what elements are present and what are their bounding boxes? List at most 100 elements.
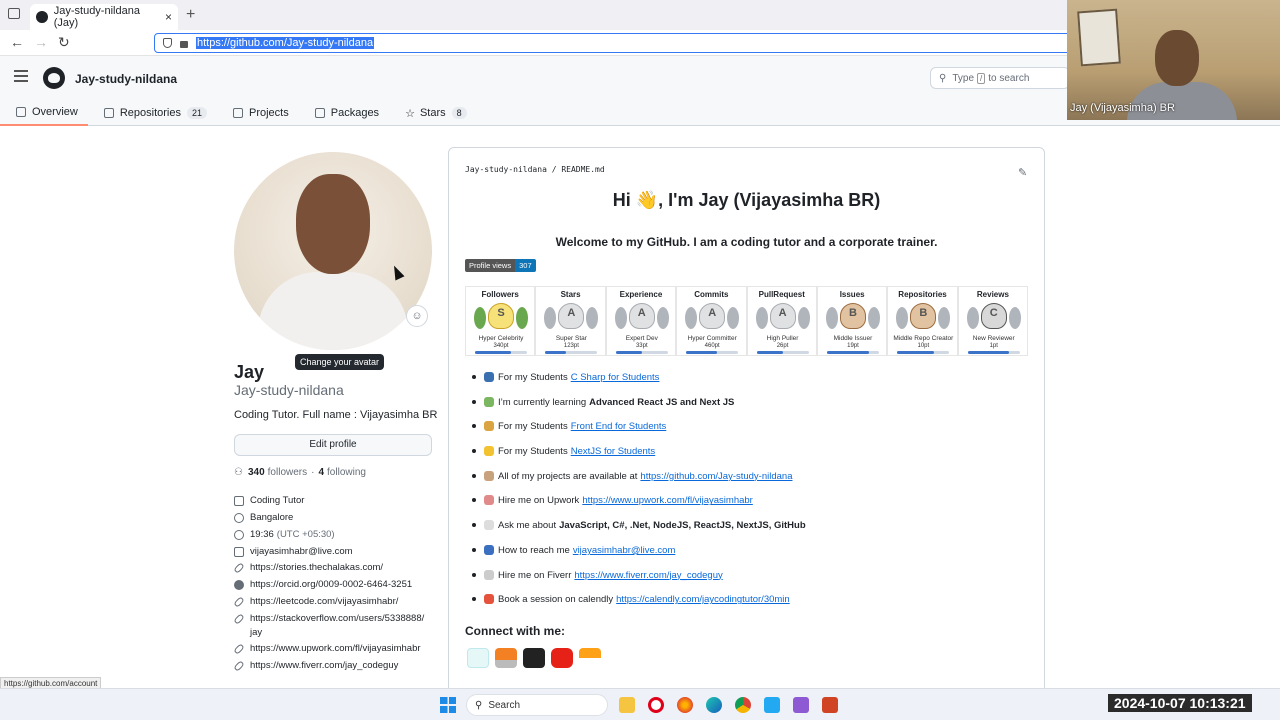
trophy-title: Issues	[839, 290, 865, 299]
trophy-rank: A	[778, 307, 787, 319]
profile-link-text[interactable]: https://stories.thechalakas.com/	[250, 562, 383, 573]
tab-count: 8	[451, 107, 467, 119]
tab-packages[interactable]: Packages	[299, 100, 389, 126]
edit-profile-button[interactable]: Edit profile	[234, 434, 432, 456]
tab-projects[interactable]: Projects	[217, 100, 299, 126]
profile-link[interactable]: https://stories.thechalakas.com/	[233, 562, 383, 574]
following-count[interactable]: 4	[318, 467, 324, 478]
list-item: Ask me about JavaScript, C#, .Net, NodeJS…	[472, 520, 806, 545]
profile-link[interactable]: https://leetcode.com/vijayasimhabr/	[233, 596, 398, 608]
bullet-link[interactable]: Front End for Students	[571, 421, 667, 432]
firefox-icon[interactable]	[677, 697, 693, 713]
profile-link-wrap[interactable]: jay	[250, 627, 262, 638]
windows-start-icon[interactable]	[440, 697, 456, 713]
bullet-dot	[472, 597, 476, 602]
smiley-icon[interactable]: ☺	[406, 305, 428, 327]
profile-link[interactable]: https://stackoverflow.com/users/5338888/	[233, 613, 424, 625]
tab-overview[interactable]: Overview	[0, 100, 88, 126]
profile-bio: Coding Tutor. Full name : Vijayasimha BR	[234, 409, 438, 421]
search-shortcut-key: /	[977, 72, 986, 84]
video-call-overlay[interactable]: Jay (Vijayasimha) BR	[1067, 0, 1280, 120]
avatar-shirt	[258, 272, 408, 350]
bullet-dot	[472, 399, 476, 404]
tab-repositories[interactable]: Repositories 21	[88, 100, 217, 126]
lock-icon	[180, 41, 188, 48]
trophy-rank: B	[848, 307, 857, 319]
close-tab-icon[interactable]: ×	[165, 10, 172, 24]
following-label[interactable]: following	[327, 467, 366, 478]
trophy-progress-bar	[967, 351, 1020, 354]
tab-stars[interactable]: ☆ Stars 8	[389, 100, 477, 126]
trophy-subtitle: Super Star	[555, 335, 587, 342]
codepen-icon[interactable]	[467, 648, 489, 668]
avatar-tooltip: Change your avatar	[295, 354, 385, 370]
tab-label: Stars	[419, 107, 446, 119]
forward-arrow-icon[interactable]: →	[34, 34, 48, 50]
trophy-points: 123pt	[563, 343, 579, 349]
menu-icon[interactable]	[14, 70, 28, 82]
avatar[interactable]	[234, 152, 432, 350]
trophy-points: 19pt	[847, 343, 859, 349]
profile-link[interactable]: https://www.upwork.com/fl/vijayasimhabr	[233, 643, 421, 655]
url-text[interactable]: https://github.com/Jay-study-nildana	[196, 37, 375, 49]
emoji-icon	[484, 520, 494, 531]
bullet-link[interactable]: https://calendly.com/jaycodingtutor/30mi…	[616, 594, 790, 605]
trophy-rank: A	[708, 307, 717, 319]
profile-link-text[interactable]: https://stackoverflow.com/users/5338888/	[250, 613, 424, 624]
header-username[interactable]: Jay-study-nildana	[75, 72, 177, 86]
trophy-progress-fill	[615, 351, 642, 354]
new-tab-button[interactable]: +	[186, 6, 195, 24]
powerpoint-icon[interactable]	[822, 697, 838, 713]
bullet-text: Hire me on Fiverr	[498, 569, 572, 581]
list-item: Book a session on calendly https://calend…	[472, 594, 806, 619]
readme-path[interactable]: Jay-study-nildana / README.md	[465, 165, 605, 174]
tab-list-icon[interactable]	[8, 8, 20, 19]
github-logo-icon[interactable]	[43, 67, 65, 89]
search-placeholder-post: to search	[988, 72, 1030, 84]
visual-studio-icon[interactable]	[793, 697, 809, 713]
followers-count[interactable]: 340	[248, 467, 265, 478]
codesandbox-icon[interactable]	[523, 648, 545, 668]
browser-tab[interactable]: Jay-study-nildana (Jay) ×	[30, 4, 178, 30]
search-input[interactable]: ⚲ Type / to search	[930, 67, 1070, 89]
bullet-link[interactable]: NextJS for Students	[571, 446, 655, 457]
profile-link-text[interactable]: jay	[250, 627, 262, 638]
back-arrow-icon[interactable]: ←	[10, 34, 24, 50]
stackoverflow-icon[interactable]	[495, 648, 517, 668]
profile-link[interactable]: https://www.fiverr.com/jay_codeguy	[233, 660, 398, 672]
email-link[interactable]: vijayasimhabr@live.com	[250, 546, 353, 557]
url-bar[interactable]: https://github.com/Jay-study-nildana	[154, 33, 1074, 53]
vscode-icon[interactable]	[764, 697, 780, 713]
profile-link-text[interactable]: https://leetcode.com/vijayasimhabr/	[250, 596, 398, 607]
youtube-icon[interactable]	[551, 648, 573, 668]
profile-link-text[interactable]: https://www.upwork.com/fl/vijayasimhabr	[250, 643, 421, 654]
bullet-link[interactable]: https://github.com/Jay-study-nildana	[640, 471, 792, 482]
bullet-link[interactable]: https://www.fiverr.com/jay_codeguy	[574, 570, 722, 581]
trophy-subtitle: Expert Dev	[625, 335, 658, 342]
opera-icon[interactable]	[648, 697, 664, 713]
bullet-dot	[472, 572, 476, 577]
edit-pencil-icon[interactable]: ✎	[1018, 166, 1027, 179]
reload-icon[interactable]: ↻	[58, 34, 70, 51]
profile-link-text[interactable]: https://www.fiverr.com/jay_codeguy	[250, 660, 398, 671]
bullet-link[interactable]: vijayasimhabr@live.com	[573, 545, 676, 556]
profile-link-text[interactable]: https://orcid.org/0009-0002-6464-3251	[250, 579, 412, 590]
profile-link[interactable]: https://orcid.org/0009-0002-6464-3251	[234, 579, 412, 590]
taskbar-search[interactable]: ⚲ Search	[466, 694, 608, 716]
file-explorer-icon[interactable]	[619, 697, 635, 713]
orcid-icon	[234, 580, 244, 590]
tab-title: Jay-study-nildana (Jay)	[53, 5, 140, 29]
trophy-rank: B	[919, 307, 928, 319]
edge-icon[interactable]	[706, 697, 722, 713]
star-icon: ☆	[405, 107, 415, 120]
profile-email[interactable]: vijayasimhabr@live.com	[234, 546, 353, 557]
bullet-link[interactable]: C Sharp for Students	[571, 372, 660, 383]
bullet-link[interactable]: https://www.upwork.com/fl/vijayasimhabr	[582, 495, 753, 506]
followers-label[interactable]: followers	[268, 467, 307, 478]
emoji-icon	[484, 544, 494, 555]
leetcode-icon[interactable]	[579, 648, 601, 668]
trophy-progress-bar	[475, 351, 527, 354]
chrome-icon[interactable]	[735, 697, 751, 713]
list-item: For my Students C Sharp for Students	[472, 372, 806, 397]
trophy-row: Followers S Hyper Celebrity 340pt Stars A Supe…	[465, 286, 1029, 356]
